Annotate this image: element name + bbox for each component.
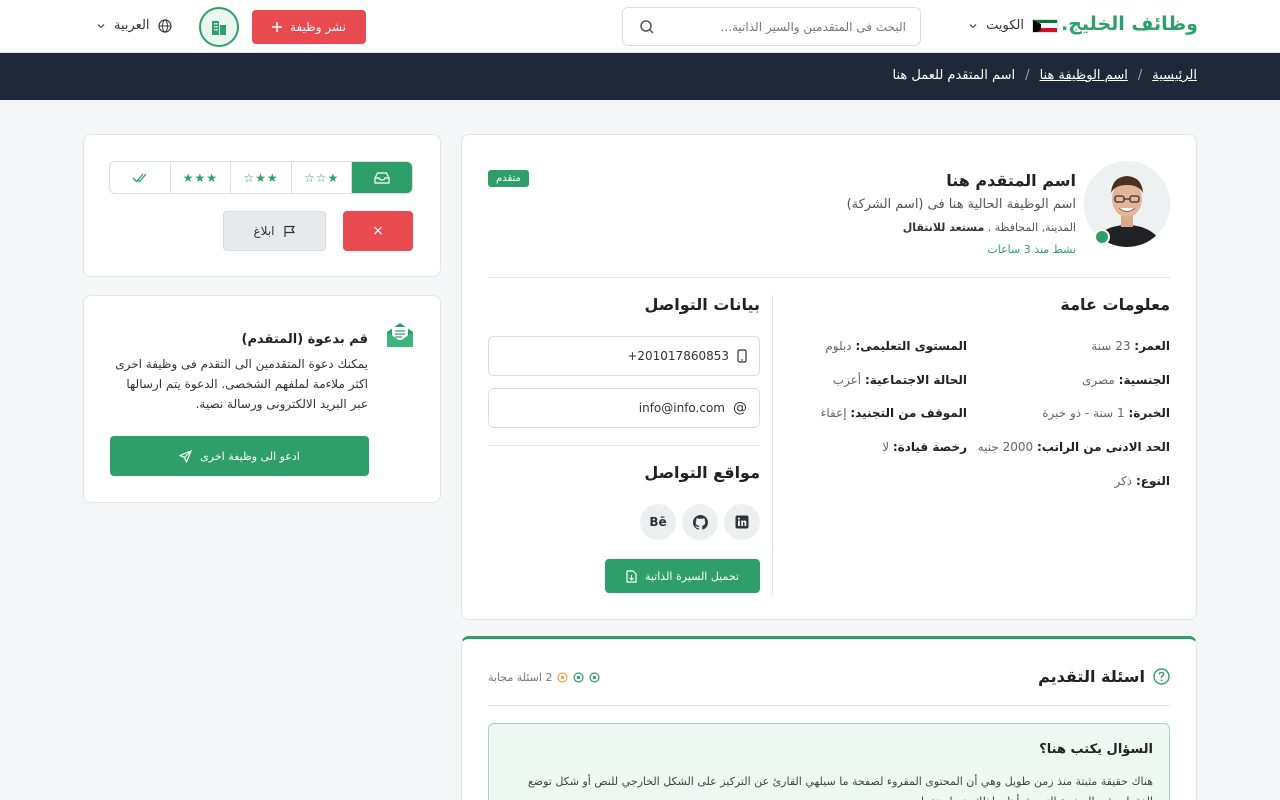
divider [488,445,760,446]
info-gender: النوع: ذكر [1114,474,1170,488]
info-min-salary: الحد الادنى من الراتب: 2000 جنيه [977,440,1170,454]
country-selector[interactable]: الكويت [968,18,1058,33]
divider [488,705,1170,706]
send-icon [179,449,193,463]
kuwait-flag-icon [1032,18,1058,33]
rating-selector: ★☆☆ ★★☆ ★★★ [109,161,413,194]
last-active: نشط منذ 3 ساعات [987,243,1076,256]
questions-title: اسئلة التقديم [1038,667,1170,686]
contact-title: بيانات التواصل [644,295,761,314]
divider [772,295,773,595]
download-cv-label: تحميل السيرة الذاتية [644,569,740,583]
github-link[interactable] [682,504,718,540]
question-title: السؤال يكتب هنا؟ [1039,742,1153,757]
status-dot-icon [589,672,601,683]
breadcrumb-separator: / [1137,68,1143,83]
info-marital-status: الحالة الاجتماعية: أعزب [832,373,967,387]
question-answer: هناك حقيقة مثبتة منذ زمن طويل وهي أن الم… [527,775,1153,800]
language-label: العربية [114,18,150,33]
report-button[interactable]: ابلاغ [223,211,326,251]
breadcrumb-bar: الرئيسية / اسم الوظيفة هنا / اسم المتقدم… [0,53,1280,100]
email-value: info@info.com [638,401,725,415]
invite-button-label: ادعو الى وظيفة اخرى [200,449,300,463]
question-circle-icon [1153,668,1170,685]
github-icon [692,514,708,530]
search-icon[interactable] [639,19,655,35]
rating-three-star-option[interactable]: ★★★ [169,162,231,193]
company-avatar[interactable] [199,7,239,47]
behance-link[interactable]: Bē [640,504,676,540]
general-info-title: معلومات عامة [1060,295,1170,314]
rating-accept-option[interactable] [110,162,170,193]
rating-inbox-option[interactable] [351,162,412,193]
reject-button[interactable]: × [343,211,413,251]
info-driving-license: رخصة قيادة: لا [882,440,967,454]
linkedin-icon [735,515,749,529]
phone-icon [737,349,747,363]
invite-to-job-button[interactable]: ادعو الى وظيفة اخرى [110,436,369,476]
invite-card: قم بدعوة (المتقدم) يمكنك دعوة المتقدمين … [83,295,441,503]
application-questions-card: اسئلة التقديم 2 اسئلة مجابة السؤال يكتب … [461,636,1197,800]
linkedin-link[interactable] [724,504,760,540]
breadcrumb-home-link[interactable]: الرئيسية [1152,68,1197,83]
chevron-down-icon [97,23,105,28]
breadcrumb: الرئيسية / اسم الوظيفة هنا / اسم المتقدم… [893,68,1197,83]
info-nationality: الجنسية: مصرى [1081,373,1170,387]
report-label: ابلاغ [253,224,275,238]
info-age: العمر: 23 سنة [1091,339,1170,353]
phone-field[interactable]: +201017860853 [488,336,760,376]
rating-one-star-option[interactable]: ★☆☆ [290,162,352,193]
stars-icon: ★☆☆ [303,170,340,185]
invite-description: يمكنك دعوة المتقدمين الى التقدم فى وظيفة… [115,357,368,411]
social-title: مواقع التواصل [644,463,760,482]
search-input[interactable] [666,17,906,37]
search-box [622,7,921,46]
double-check-icon [132,173,147,182]
at-icon: @ [733,400,747,416]
status-badge: متقدم [488,170,529,187]
applicant-location: المدينة, المحافظة . مستعد للانتقال [902,221,1076,234]
applicant-current-role: اسم الوظيفة الحالية هنا فى (اسم الشركة) [846,197,1076,212]
breadcrumb-separator: / [1025,68,1030,83]
country-label: الكويت [986,18,1024,33]
status-dot-icon [573,672,585,683]
info-experience: الخبرة: 1 سنة - ذو خبرة [1042,406,1170,420]
site-logo[interactable]: وظائف الخليج. [1061,13,1198,35]
breadcrumb-job-link[interactable]: اسم الوظيفة هنا [1040,68,1128,83]
inbox-icon [374,171,390,184]
applicant-actions-card: ★☆☆ ★★☆ ★★★ × ابلاغ [83,134,441,277]
building-icon [212,21,226,35]
file-download-icon [626,569,637,583]
phone-value: +201017860853 [627,349,729,363]
stars-icon: ★★★ [182,170,219,185]
invite-title: قم بدعوة (المتقدم) [241,332,369,347]
question-item: السؤال يكتب هنا؟ هناك حقيقة مثبتة منذ زم… [488,723,1170,800]
behance-icon: Bē [649,515,667,529]
chevron-down-icon [969,23,977,28]
breadcrumb-current: اسم المتقدم للعمل هنا [892,68,1016,83]
post-job-label: نشر وظيفة [290,20,346,34]
status-dot-icon [557,672,569,683]
download-cv-button[interactable]: تحميل السيرة الذاتية [605,559,760,593]
plus-icon [272,22,283,32]
close-icon: × [372,223,384,239]
email-open-icon [385,320,415,354]
applicant-name: اسم المتقدم هنا [946,171,1076,190]
flag-icon [283,225,295,237]
stars-icon: ★★☆ [243,170,279,185]
top-header: وظائف الخليج. الكويت نشر وظيفة العربية [0,0,1280,53]
info-education: المستوى التعليمى: دبلوم [825,339,967,353]
rating-two-star-option[interactable]: ★★☆ [230,162,291,193]
info-military-status: الموقف من التجنيد: إعفاء [820,406,967,420]
online-status-dot [1094,229,1110,245]
language-selector[interactable]: العربية [96,18,172,33]
divider [488,277,1170,278]
email-field[interactable]: @ info@info.com [488,388,760,428]
answered-count: 2 اسئلة مجابة [488,671,601,684]
post-job-button[interactable]: نشر وظيفة [252,10,366,44]
applicant-profile-card: اسم المتقدم هنا اسم الوظيفة الحالية هنا … [461,134,1197,620]
globe-icon [157,18,172,33]
